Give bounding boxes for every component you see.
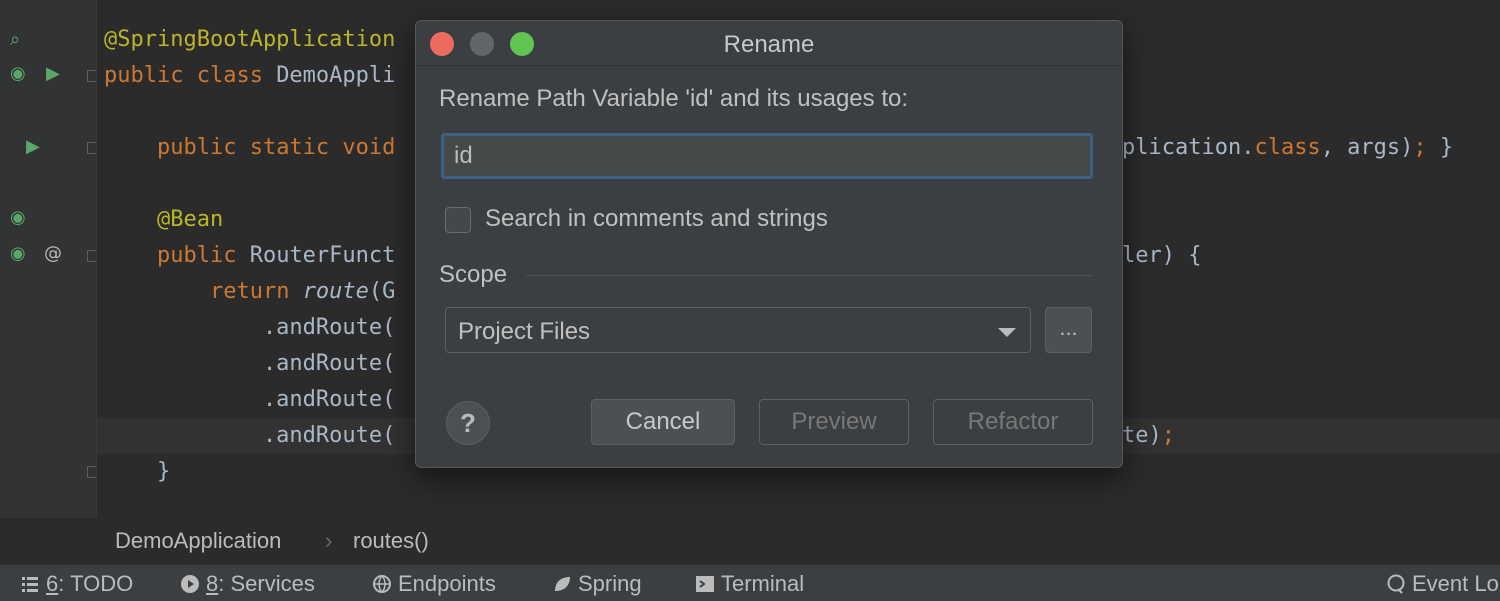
code-token: } (1426, 135, 1454, 160)
code-token: , args) (1320, 135, 1414, 160)
search-comments-checkbox[interactable] (445, 207, 471, 233)
event-log-icon (1387, 574, 1405, 594)
tool-button-endpoints-label: Endpoints (398, 571, 496, 596)
tool-button-todo[interactable]: 6: TODO (20, 571, 133, 597)
services-play-icon (181, 575, 199, 593)
code-token: public static void (156, 135, 396, 160)
tool-button-event-log[interactable]: Event Lo (1386, 571, 1499, 597)
terminal-icon (696, 576, 714, 592)
rename-prompt-label: Rename Path Variable 'id' and its usages… (439, 85, 908, 112)
tool-button-todo-num: 6 (46, 571, 59, 596)
code-line[interactable]: .andRoute( (104, 418, 395, 454)
tool-window-bar: 6: TODO 8: Services Endpoints Spring Ter… (0, 564, 1500, 601)
code-token: ler) { (1122, 243, 1202, 268)
cancel-button[interactable]: Cancel (591, 399, 735, 445)
code-line-fragment[interactable]: plication.class, args); } (1122, 130, 1453, 166)
scope-dropdown[interactable]: Project Files (445, 307, 1031, 353)
code-token: public class (104, 63, 277, 88)
code-token: .andRoute( (104, 351, 396, 376)
code-token: .andRoute( (104, 387, 396, 412)
spring-bean-icon[interactable]: ◉ (10, 64, 26, 84)
spring-leaf-icon (555, 577, 570, 591)
browse-scope-button[interactable]: ... (1045, 307, 1092, 353)
bean-search-icon[interactable]: ⌕ (10, 30, 20, 50)
breadcrumb: DemoApplication › routes() (97, 520, 1500, 564)
code-token: DemoAppli (276, 63, 396, 88)
code-token: @SpringBootApplication (104, 27, 396, 52)
code-token: ; (1413, 135, 1427, 160)
scope-label: Scope (439, 261, 508, 288)
dialog-titlebar[interactable]: Rename (416, 21, 1122, 66)
tool-button-endpoints[interactable]: Endpoints (372, 571, 496, 597)
tool-button-terminal[interactable]: Terminal (695, 571, 804, 597)
code-token: route (302, 279, 369, 304)
code-line[interactable]: .andRoute( (104, 310, 395, 346)
tool-button-spring-label: Spring (578, 571, 642, 596)
todo-list-icon (22, 577, 38, 592)
dialog-title: Rename (723, 31, 815, 58)
code-token: (G (368, 279, 396, 304)
bean-route-icon[interactable]: ◉ (10, 244, 26, 264)
tool-button-event-log-label: Event Lo (1412, 571, 1499, 596)
new-name-input[interactable] (441, 133, 1093, 179)
editor-gutter[interactable]: ⌕ ◉ ▶ ▶ ◉ ◉ @ (0, 0, 99, 518)
code-line-fragment[interactable]: ler) { (1122, 238, 1201, 274)
code-token: @Bean (156, 207, 224, 232)
code-line[interactable]: public RouterFunct (104, 238, 395, 274)
code-token: RouterFunct (249, 243, 396, 268)
code-line[interactable]: @Bean (104, 202, 223, 238)
scope-selected-value: Project Files (458, 318, 591, 345)
preview-button[interactable]: Preview (759, 399, 909, 445)
code-token: return (209, 279, 303, 304)
code-token: class (1254, 135, 1321, 160)
code-token: te) (1122, 423, 1162, 448)
search-comments-label[interactable]: Search in comments and strings (485, 205, 828, 233)
breadcrumb-separator: › (325, 528, 333, 553)
bean-navigate-icon[interactable]: ◉ (10, 208, 26, 228)
code-line[interactable]: .andRoute( (104, 346, 395, 382)
code-token: } (104, 459, 171, 484)
code-token: plication. (1122, 135, 1255, 160)
rename-dialog: Rename Rename Path Variable 'id' and its… (415, 20, 1123, 468)
run-class-icon[interactable]: ▶ (46, 64, 60, 84)
annotation-at-icon[interactable]: @ (44, 244, 62, 264)
code-line-fragment[interactable]: te); (1122, 418, 1175, 454)
refactor-button[interactable]: Refactor (933, 399, 1093, 445)
tool-button-todo-label: : TODO (58, 571, 134, 596)
code-line[interactable]: public static void (104, 130, 395, 166)
tool-button-terminal-label: Terminal (721, 571, 805, 596)
breadcrumb-item-class[interactable]: DemoApplication (115, 528, 281, 554)
code-token: public (156, 243, 250, 268)
endpoints-globe-icon (373, 575, 391, 593)
code-token: ; (1161, 423, 1175, 448)
code-token: .andRoute( (104, 315, 396, 340)
run-main-icon[interactable]: ▶ (26, 137, 40, 157)
code-line[interactable]: @SpringBootApplication (104, 22, 395, 58)
code-line[interactable]: } (104, 454, 170, 490)
code-line[interactable]: public class DemoAppli (104, 58, 395, 94)
tool-button-services-num: 8 (206, 571, 219, 596)
code-line[interactable]: return route(G (104, 274, 395, 310)
scope-separator (526, 275, 1092, 276)
chevron-down-icon (998, 328, 1016, 337)
code-line[interactable]: .andRoute( (104, 382, 395, 418)
help-button[interactable]: ? (446, 401, 490, 445)
breadcrumb-item-method[interactable]: routes() (353, 528, 429, 554)
tool-button-services-label: : Services (218, 571, 315, 596)
tool-button-spring[interactable]: Spring (552, 571, 642, 597)
code-token: .andRoute( (104, 423, 396, 448)
tool-button-services[interactable]: 8: Services (180, 571, 315, 597)
